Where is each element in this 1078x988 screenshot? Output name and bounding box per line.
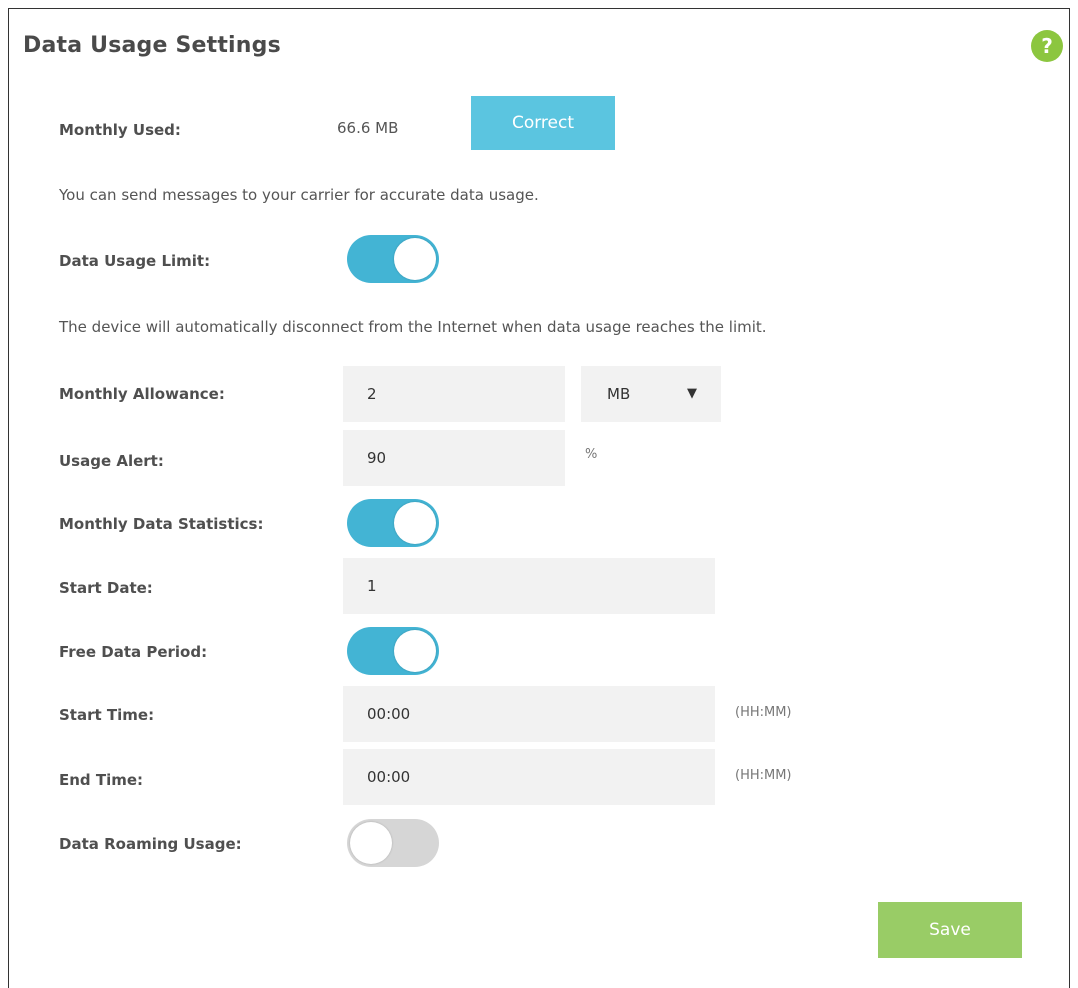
usage-alert-input[interactable]: 90 [343,430,565,486]
toggle-knob [350,822,392,864]
toggle-knob [394,630,436,672]
dropdown-arrow-icon: ▼ [687,386,697,401]
data-usage-settings-panel: Data Usage Settings ? Monthly Used: 66.6… [8,8,1070,988]
data-usage-limit-note: The device will automatically disconnect… [59,318,767,336]
page-title: Data Usage Settings [23,33,281,58]
end-time-format: (HH:MM) [735,768,792,783]
monthly-allowance-label: Monthly Allowance: [59,385,225,403]
start-time-label: Start Time: [59,706,155,724]
monthly-used-label: Monthly Used: [59,121,181,139]
data-usage-limit-label: Data Usage Limit: [59,252,211,270]
end-time-label: End Time: [59,771,144,789]
monthly-data-statistics-toggle[interactable] [347,499,439,547]
allowance-unit-value: MB [607,385,631,403]
toggle-knob [394,238,436,280]
start-date-input[interactable]: 1 [343,558,715,614]
usage-alert-label: Usage Alert: [59,452,164,470]
monthly-used-note: You can send messages to your carrier fo… [59,186,539,204]
correct-button[interactable]: Correct [471,96,615,150]
toggle-knob [394,502,436,544]
start-time-input[interactable]: 00:00 [343,686,715,742]
data-usage-limit-toggle[interactable] [347,235,439,283]
usage-alert-unit: % [585,447,598,462]
monthly-data-statistics-label: Monthly Data Statistics: [59,515,264,533]
save-button[interactable]: Save [878,902,1022,958]
allowance-unit-select[interactable]: MB ▼ [581,366,721,422]
monthly-used-value: 66.6 MB [337,119,399,137]
free-data-period-label: Free Data Period: [59,643,208,661]
free-data-period-toggle[interactable] [347,627,439,675]
help-icon[interactable]: ? [1031,30,1063,62]
data-roaming-usage-toggle[interactable] [347,819,439,867]
monthly-allowance-input[interactable]: 2 [343,366,565,422]
end-time-input[interactable]: 00:00 [343,749,715,805]
data-roaming-usage-label: Data Roaming Usage: [59,835,242,853]
start-time-format: (HH:MM) [735,705,792,720]
start-date-label: Start Date: [59,579,153,597]
